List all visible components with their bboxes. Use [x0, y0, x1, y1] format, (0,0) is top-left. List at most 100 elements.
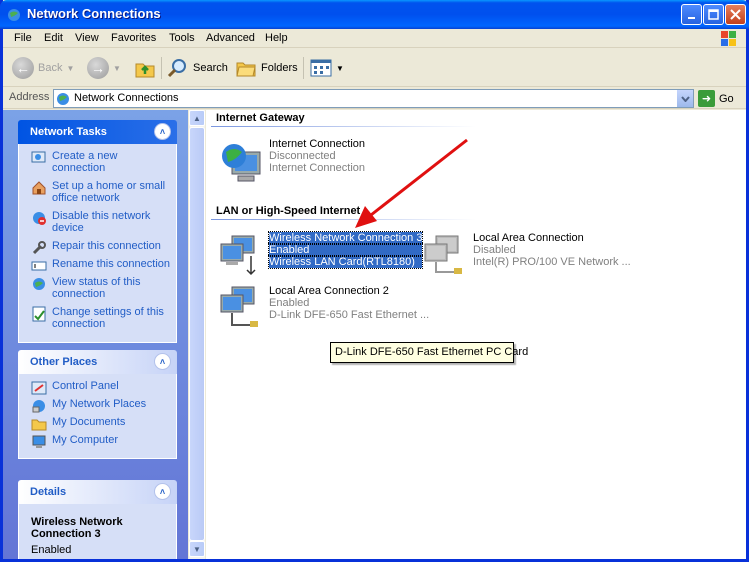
go-button[interactable]: ➜ Go — [698, 90, 734, 107]
network-tasks-header[interactable]: Network Tasks ˄ — [18, 120, 177, 144]
address-input[interactable]: Network Connections — [53, 89, 694, 108]
collapse-icon[interactable]: ˄ — [154, 483, 171, 500]
back-dropdown-icon: ▼ — [66, 63, 75, 73]
other-places-panel: Other Places ˄ Control Panel My Network … — [18, 350, 177, 459]
details-connection-name: Wireless Network Connection 3 — [31, 516, 123, 540]
group-header-lan: LAN or High-Speed Internet — [216, 205, 361, 217]
connection-internet-text: Internet Connection Disconnected Interne… — [269, 138, 365, 174]
network-connections-icon — [57, 93, 69, 105]
connection-name: Local Area Connection — [473, 232, 584, 244]
group-divider — [211, 219, 476, 220]
address-value: Network Connections — [74, 92, 179, 104]
connection-status: Enabled — [267, 243, 424, 257]
place-my-documents[interactable]: My Documents — [19, 416, 176, 431]
address-bar: Address Network Connections ➜ Go — [3, 88, 746, 109]
task-disable-device[interactable]: Disable this network device — [19, 210, 176, 234]
place-my-computer[interactable]: My Computer — [19, 434, 176, 448]
forward-dropdown-icon: ▼ — [113, 63, 121, 73]
connection-status: Disconnected — [269, 150, 336, 162]
minimize-button[interactable] — [681, 4, 702, 25]
search-button[interactable]: Search — [167, 55, 228, 81]
group-header-internet-gateway: Internet Gateway — [216, 112, 305, 124]
forward-button[interactable]: → ▼ — [87, 55, 121, 81]
menu-favorites[interactable]: Favorites — [111, 32, 156, 44]
connection-status: Enabled — [269, 297, 310, 309]
connection-local-area[interactable]: Local Area Connection Disabled Intel(R) … — [422, 232, 632, 280]
close-button[interactable] — [725, 4, 746, 25]
task-repair-connection[interactable]: Repair this connection — [19, 240, 176, 255]
network-tasks-title: Network Tasks — [30, 126, 107, 138]
network-tasks-list: Create a new connection Set up a home or… — [18, 144, 177, 343]
connection-internet[interactable]: Internet Connection Disconnected Interne… — [218, 138, 428, 186]
connection-status: Disabled — [473, 244, 516, 256]
title-bar[interactable]: Network Connections — [0, 0, 749, 29]
task-rename-connection[interactable]: Rename this connection — [19, 258, 176, 271]
task-create-connection[interactable]: Create a new connection — [19, 150, 176, 174]
settings-icon — [32, 306, 46, 322]
window-title: Network Connections — [27, 6, 161, 21]
forward-arrow-icon: → — [87, 57, 109, 79]
menu-help[interactable]: Help — [265, 32, 288, 44]
network-connections-window: Network Connections File Edit View Favor… — [0, 0, 749, 562]
folders-label: Folders — [261, 62, 298, 74]
task-view-status[interactable]: View status of this connection — [19, 276, 176, 300]
views-icon — [310, 59, 332, 77]
menu-bar: File Edit View Favorites Tools Advanced … — [3, 29, 746, 48]
place-my-network-places[interactable]: My Network Places — [19, 398, 176, 413]
task-change-settings[interactable]: Change settings of this connection — [19, 306, 176, 330]
connections-view: Internet Gateway Internet Connection Dis… — [206, 110, 746, 559]
network-connections-icon — [8, 9, 20, 21]
maximize-button[interactable] — [703, 4, 724, 25]
menu-advanced[interactable]: Advanced — [206, 32, 255, 44]
collapse-icon[interactable]: ˄ — [154, 123, 171, 140]
menu-file[interactable]: File — [14, 32, 32, 44]
lan-connection-disabled-icon — [424, 235, 462, 274]
network-places-icon — [32, 400, 45, 413]
folder-up-icon — [135, 63, 155, 78]
details-header[interactable]: Details ˄ — [18, 480, 177, 504]
back-label: Back — [38, 62, 63, 74]
chevron-down-icon — [680, 95, 690, 102]
collapse-icon[interactable]: ˄ — [154, 353, 171, 370]
details-status: Enabled — [31, 544, 72, 556]
other-places-title: Other Places — [30, 356, 98, 368]
toolbar-separator — [303, 57, 304, 79]
connection-wireless-3[interactable]: Wireless Network Connection 3 Enabled Wi… — [218, 231, 428, 280]
place-control-panel[interactable]: Control Panel — [19, 380, 176, 395]
task-home-network[interactable]: Set up a home or small office network — [19, 180, 176, 204]
repair-icon — [32, 241, 46, 255]
scroll-down-button[interactable]: ▼ — [189, 541, 205, 557]
scroll-thumb[interactable] — [189, 127, 205, 541]
connection-device: Intel(R) PRO/100 VE Network ... — [473, 256, 631, 268]
control-panel-icon — [31, 381, 47, 395]
views-button[interactable]: ▼ — [310, 55, 344, 81]
new-connection-icon — [31, 151, 46, 163]
details-body: Wireless Network Connection 3 Enabled — [18, 504, 177, 559]
other-places-header[interactable]: Other Places ˄ — [18, 350, 177, 374]
home-network-icon — [32, 181, 46, 195]
address-dropdown-button[interactable] — [676, 90, 693, 107]
menu-tools[interactable]: Tools — [169, 32, 195, 44]
scroll-up-button[interactable]: ▲ — [189, 110, 205, 126]
menu-view[interactable]: View — [75, 32, 99, 44]
connection-lan-text: Local Area Connection Disabled Intel(R) … — [473, 232, 631, 268]
search-label: Search — [193, 62, 228, 74]
status-icon — [33, 278, 45, 290]
network-tasks-panel: Network Tasks ˄ Create a new connection … — [18, 120, 177, 343]
folders-button[interactable]: Folders — [235, 55, 298, 81]
task-pane: Network Tasks ˄ Create a new connection … — [3, 110, 188, 559]
documents-folder-icon — [31, 419, 47, 431]
connection-name: Wireless Network Connection 3 — [267, 231, 424, 245]
menu-edit[interactable]: Edit — [44, 32, 63, 44]
connection-name: Internet Connection — [269, 138, 366, 150]
minimize-icon — [687, 16, 695, 19]
computer-icon — [32, 435, 46, 448]
connection-local-area-2[interactable]: Local Area Connection 2 Enabled D-Link D… — [218, 285, 430, 333]
disable-icon — [33, 212, 46, 225]
up-folder-button[interactable] — [134, 55, 156, 81]
connection-device: D-Link DFE-650 Fast Ethernet ... — [269, 309, 430, 321]
task-pane-scrollbar[interactable]: ▲ ▼ — [188, 110, 205, 559]
details-panel: Details ˄ Wireless Network Connection 3 … — [18, 480, 177, 559]
rename-icon — [31, 261, 47, 271]
back-button[interactable]: ← Back ▼ — [12, 55, 74, 81]
